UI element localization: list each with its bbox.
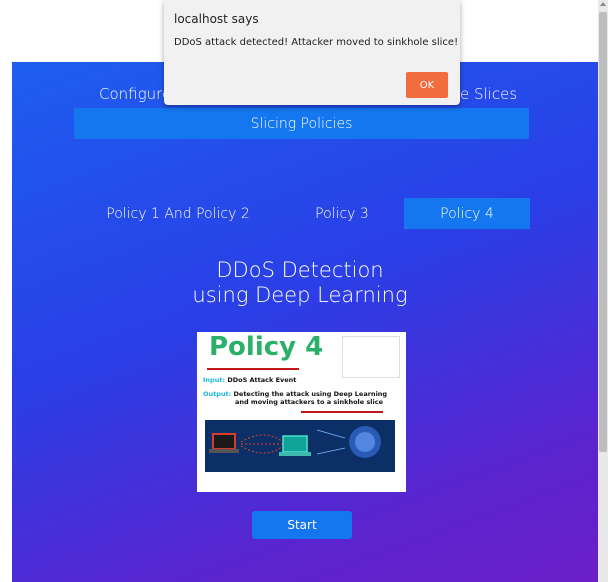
card-input-line: Input: DDoS Attack Event (203, 376, 296, 384)
tab-policy-3[interactable]: Policy 3 (296, 198, 388, 229)
attack-illustration (205, 420, 395, 472)
main-stage (12, 62, 598, 582)
page-title: DDoS Detection using Deep Learning (150, 258, 450, 308)
input-key: Input: (203, 376, 226, 384)
card-output-line: Output: Detecting the attack using Deep … (203, 390, 387, 406)
nav-slices-link[interactable]: e Slices (460, 85, 517, 103)
decorative-squares (342, 336, 400, 378)
title-line-2: using Deep Learning (192, 283, 408, 307)
output-underline (301, 411, 383, 413)
output-line-1: Detecting the attack using Deep Learning (233, 390, 388, 398)
scroll-up-arrow-icon[interactable] (600, 2, 606, 6)
dialog-message: DDoS attack detected! Attacker moved to … (174, 37, 459, 48)
slicing-policies-button[interactable]: Slicing Policies (74, 108, 529, 139)
title-line-1: DDoS Detection (216, 258, 384, 282)
dialog-title: localhost says (174, 12, 259, 26)
tab-policy-1-2[interactable]: Policy 1 And Policy 2 (100, 198, 256, 229)
input-value: DDoS Attack Event (227, 376, 297, 384)
output-key: Output: (203, 390, 232, 398)
scrollbar-thumb[interactable] (599, 12, 607, 452)
policy-card-image: Policy 4 Input: DDoS Attack Event Output… (197, 332, 406, 492)
start-button[interactable]: Start (252, 511, 352, 539)
nav-configure-link[interactable]: Configure (99, 85, 171, 103)
alert-dialog: localhost says DDoS attack detected! Att… (164, 0, 460, 105)
dialog-ok-button[interactable]: OK (406, 72, 448, 98)
tab-policy-4[interactable]: Policy 4 (404, 198, 530, 229)
card-title: Policy 4 (209, 332, 324, 362)
scrollbar[interactable] (598, 0, 608, 582)
title-underline (207, 368, 299, 370)
output-line-2: and moving attackers to a sinkhole slice (235, 398, 384, 406)
